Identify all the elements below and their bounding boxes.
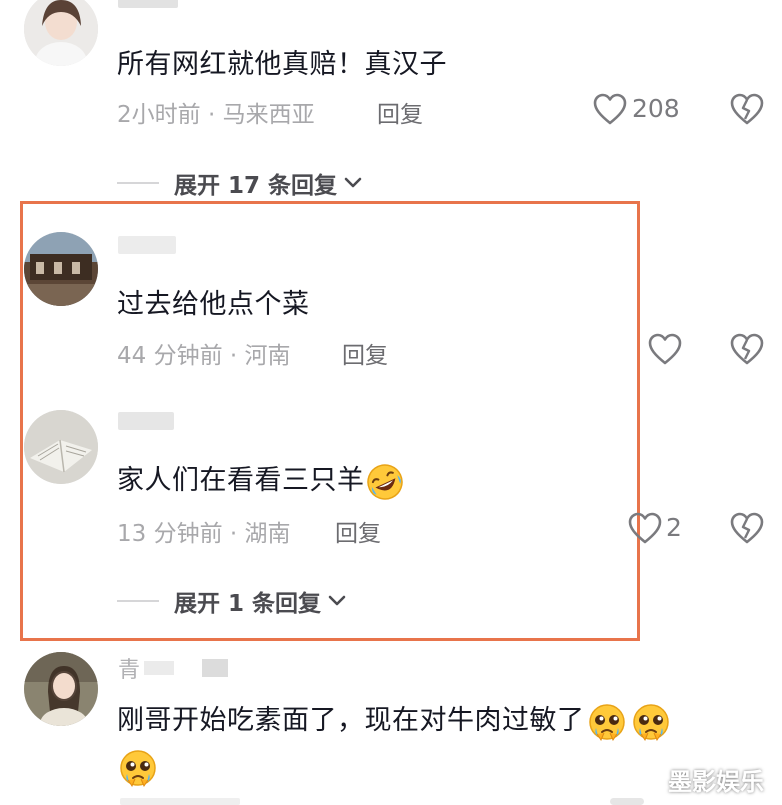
reply-button[interactable]: 回复 xyxy=(335,514,381,548)
broken-heart-icon[interactable] xyxy=(729,92,765,126)
pleading-face-emoji xyxy=(631,702,671,742)
comment-location: 湖南 xyxy=(244,521,291,547)
meta-separator: · xyxy=(207,102,216,128)
comment-meta: 13 分钟前 · 湖南 xyxy=(117,514,291,548)
username: 青 xyxy=(118,652,229,684)
username-redacted xyxy=(144,661,175,675)
comment-text: 所有网红就他真赔！真汉子 xyxy=(117,49,447,80)
broken-heart-icon[interactable] xyxy=(729,511,765,545)
comment-time: 2小时前 xyxy=(117,102,201,128)
username-partial: 青 xyxy=(118,658,141,683)
divider xyxy=(117,600,159,602)
expand-replies-label: 展开 1 条回复 xyxy=(174,591,322,617)
comment-text: 过去给他点个菜 xyxy=(117,289,310,320)
heart-outline-icon[interactable] xyxy=(627,511,663,545)
username-redacted xyxy=(118,236,176,254)
rolling-laughing-emoji xyxy=(365,462,405,502)
comment-text-content: 刚哥开始吃素面了，现在对牛肉过敏了 xyxy=(117,705,585,736)
comment-meta: 2小时前 · 马来西亚 xyxy=(117,95,315,129)
meta-separator: · xyxy=(229,343,238,369)
username-redacted xyxy=(118,412,174,430)
avatar[interactable] xyxy=(24,232,98,306)
expand-replies-button[interactable]: 展开 1 条回复 xyxy=(117,584,347,618)
pleading-face-emoji xyxy=(587,702,627,742)
meta-separator: · xyxy=(229,521,238,547)
expand-replies-label: 展开 17 条回复 xyxy=(174,173,338,199)
highlight-box xyxy=(20,201,640,641)
comment-time: 44 分钟前 xyxy=(117,343,223,369)
divider xyxy=(117,182,159,184)
expand-replies-button[interactable]: 展开 17 条回复 xyxy=(117,166,363,200)
avatar[interactable] xyxy=(24,652,98,726)
avatar[interactable] xyxy=(24,410,98,484)
chevron-down-icon xyxy=(327,594,347,608)
next-row-partial xyxy=(120,798,240,805)
pleading-face-emoji xyxy=(118,748,158,792)
comment-text: 刚哥开始吃素面了，现在对牛肉过敏了 xyxy=(117,698,671,742)
comment-location: 河南 xyxy=(244,343,291,369)
comment-meta: 44 分钟前 · 河南 xyxy=(117,336,291,370)
reply-button[interactable]: 回复 xyxy=(342,336,388,370)
comment-time: 13 分钟前 xyxy=(117,521,223,547)
broken-heart-icon[interactable] xyxy=(729,332,765,366)
like-count: 2 xyxy=(666,513,682,542)
watermark: 墨影娱乐 xyxy=(668,768,764,796)
avatar[interactable] xyxy=(24,0,98,66)
like-count: 208 xyxy=(632,94,680,123)
comment-text: 家人们在看看三只羊 xyxy=(117,458,405,502)
comment-location: 马来西亚 xyxy=(222,102,315,128)
reply-button[interactable]: 回复 xyxy=(377,95,423,129)
chevron-down-icon xyxy=(343,176,363,190)
heart-outline-icon[interactable] xyxy=(647,332,683,366)
heart-outline-icon[interactable] xyxy=(592,92,628,126)
username-redacted xyxy=(118,0,178,8)
username-redacted xyxy=(202,659,229,677)
next-row-icon-partial xyxy=(610,798,644,805)
comment-text-content: 家人们在看看三只羊 xyxy=(117,465,365,496)
